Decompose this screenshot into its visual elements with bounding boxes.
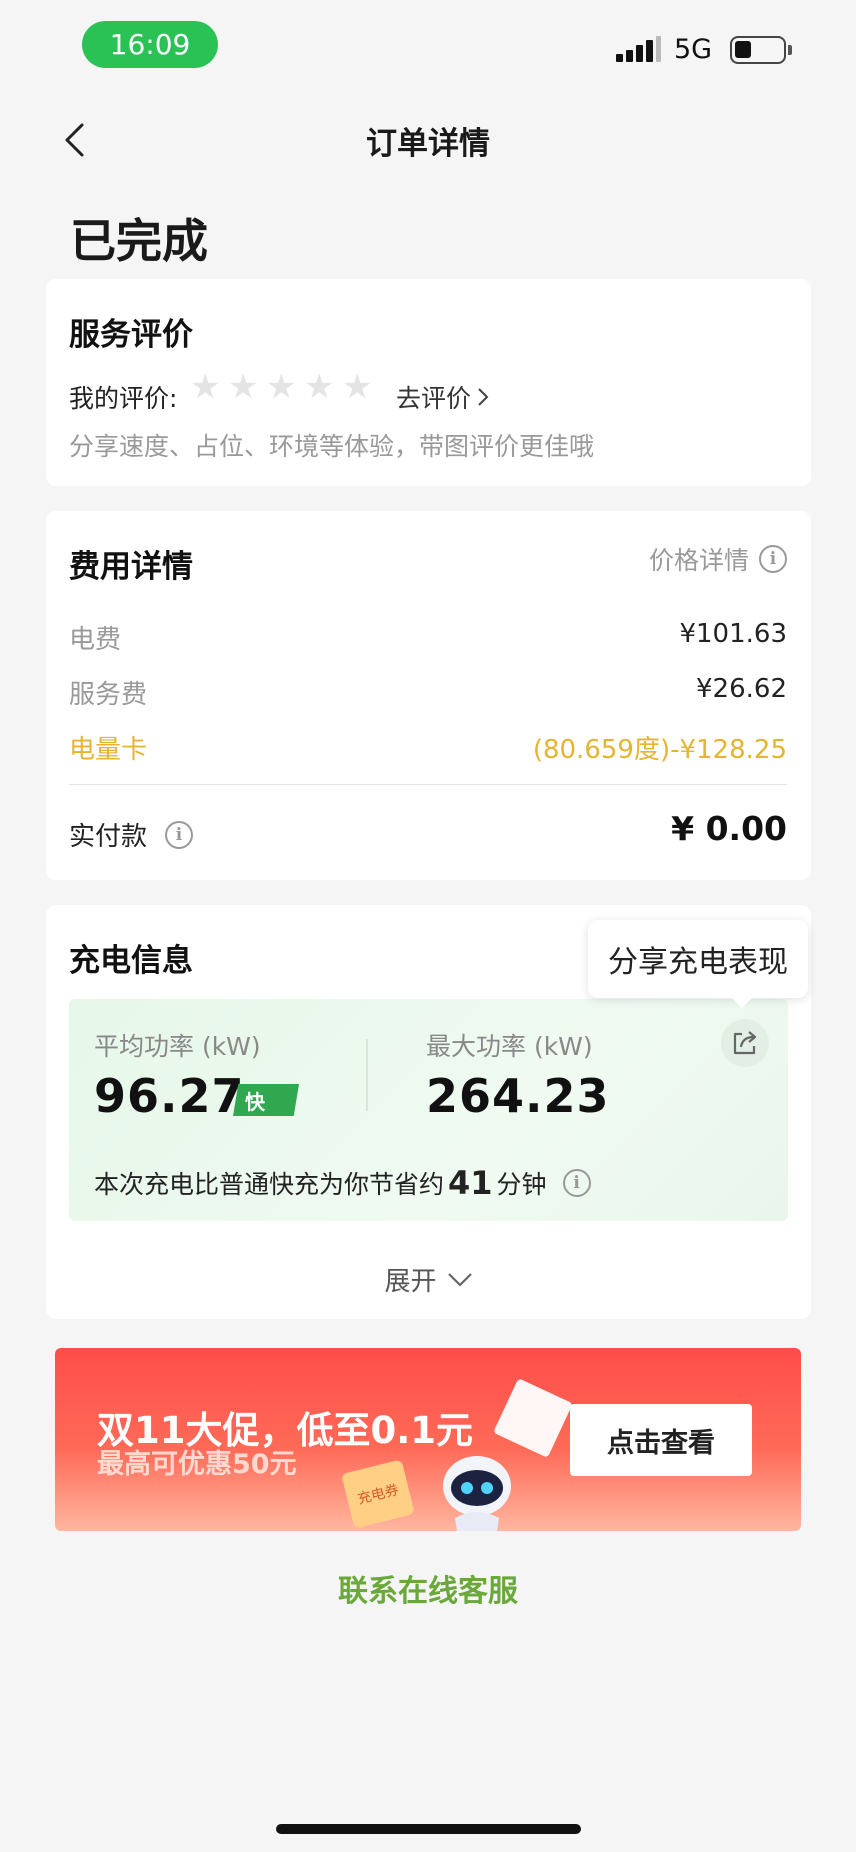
saving-minutes: 41	[448, 1164, 493, 1202]
phone-card-icon	[493, 1378, 573, 1458]
price-detail-label: 价格详情	[648, 546, 749, 575]
fee-card: 费用详情 价格详情 i 电费 ¥101.63 服务费 ¥26.62 电量卡 (8…	[46, 511, 811, 880]
fee-row-service: 服务费 ¥26.62	[69, 674, 787, 711]
rating-label: 我的评价:	[69, 384, 178, 413]
divider	[366, 1039, 368, 1111]
fast-badge: 快	[233, 1084, 299, 1116]
go-rate-label: 去评价	[396, 384, 472, 413]
signal-icon	[616, 36, 661, 62]
robot-mascot-icon	[443, 1456, 511, 1531]
promo-subtitle: 最高可优惠50元	[97, 1449, 297, 1480]
max-power-value: 264.23	[426, 1069, 610, 1123]
fee-label: 电费	[69, 625, 122, 655]
fee-title: 费用详情	[69, 549, 193, 585]
rating-card: 服务评价 我的评价: ★ ★ ★ ★ ★ 去评价 分享速度、占位、环境等体验，带…	[46, 279, 811, 486]
chevron-down-icon	[447, 1272, 472, 1287]
charge-title: 充电信息	[69, 943, 193, 979]
fee-value: ¥101.63	[679, 619, 787, 649]
share-icon	[733, 1031, 757, 1055]
promo-view-button[interactable]: 点击查看	[570, 1404, 752, 1476]
rating-hint: 分享速度、占位、环境等体验，带图评价更佳哦	[69, 432, 595, 461]
expand-label: 展开	[384, 1267, 437, 1297]
saving-suffix: 分钟	[496, 1170, 547, 1199]
fee-value: (80.659度)-¥128.25	[532, 735, 787, 765]
tooltip-arrow	[730, 996, 754, 1008]
nav-bar: 订单详情	[0, 100, 856, 180]
info-icon: i	[759, 545, 787, 573]
home-indicator	[276, 1824, 581, 1834]
network-type: 5G	[674, 34, 713, 65]
battery-cap	[788, 45, 792, 55]
info-icon[interactable]: i	[562, 1169, 591, 1197]
avg-power-value: 96.27	[94, 1069, 245, 1123]
divider	[69, 784, 787, 785]
contact-service-link[interactable]: 联系在线客服	[0, 1566, 856, 1610]
promo-banner[interactable]: 双11大促，低至0.1元 最高可优惠50元 充电券 点击查看	[55, 1348, 801, 1531]
chevron-right-icon	[478, 388, 489, 406]
share-tooltip: 分享充电表现	[588, 920, 808, 998]
saving-prefix: 本次充电比普通快充为你节省约	[94, 1170, 445, 1199]
max-power-label: 最大功率 (kW)	[426, 1032, 593, 1061]
price-detail-link[interactable]: 价格详情 i	[649, 541, 787, 577]
paid-label-group: 实付款 i	[69, 816, 194, 853]
status-time: 16:09	[82, 21, 218, 68]
power-box: 平均功率 (kW) 96.27 快 最大功率 (kW) 264.23 本次充电比…	[69, 999, 788, 1221]
fee-value: ¥26.62	[696, 674, 787, 704]
star-icon[interactable]: ★	[342, 370, 372, 404]
battery-icon	[730, 36, 786, 64]
fee-label: 电量卡	[69, 735, 148, 765]
star-icon[interactable]: ★	[304, 370, 334, 404]
coupon-icon: 充电券	[341, 1459, 415, 1529]
fee-label: 服务费	[69, 680, 148, 710]
rating-stars[interactable]: ★ ★ ★ ★ ★	[190, 370, 372, 404]
star-icon[interactable]: ★	[190, 370, 220, 404]
star-icon[interactable]: ★	[228, 370, 258, 404]
paid-label: 实付款	[69, 822, 148, 852]
info-icon[interactable]: i	[165, 820, 194, 849]
status-bar: 16:09 5G	[0, 0, 856, 90]
page-title: 订单详情	[366, 126, 490, 162]
saving-text: 本次充电比普通快充为你节省约 41 分钟 i	[94, 1164, 591, 1202]
fee-row-power-card: 电量卡 (80.659度)-¥128.25	[69, 729, 787, 766]
star-icon[interactable]: ★	[266, 370, 296, 404]
go-rate-link[interactable]: 去评价	[396, 379, 489, 415]
rating-title: 服务评价	[69, 317, 193, 353]
avg-power-label: 平均功率 (kW)	[94, 1032, 261, 1061]
fee-row-electricity: 电费 ¥101.63	[69, 619, 787, 656]
share-button[interactable]	[721, 1019, 769, 1067]
expand-button[interactable]: 展开	[46, 1261, 811, 1298]
order-status: 已完成	[70, 214, 208, 268]
paid-amount: ¥ 0.00	[671, 809, 787, 848]
